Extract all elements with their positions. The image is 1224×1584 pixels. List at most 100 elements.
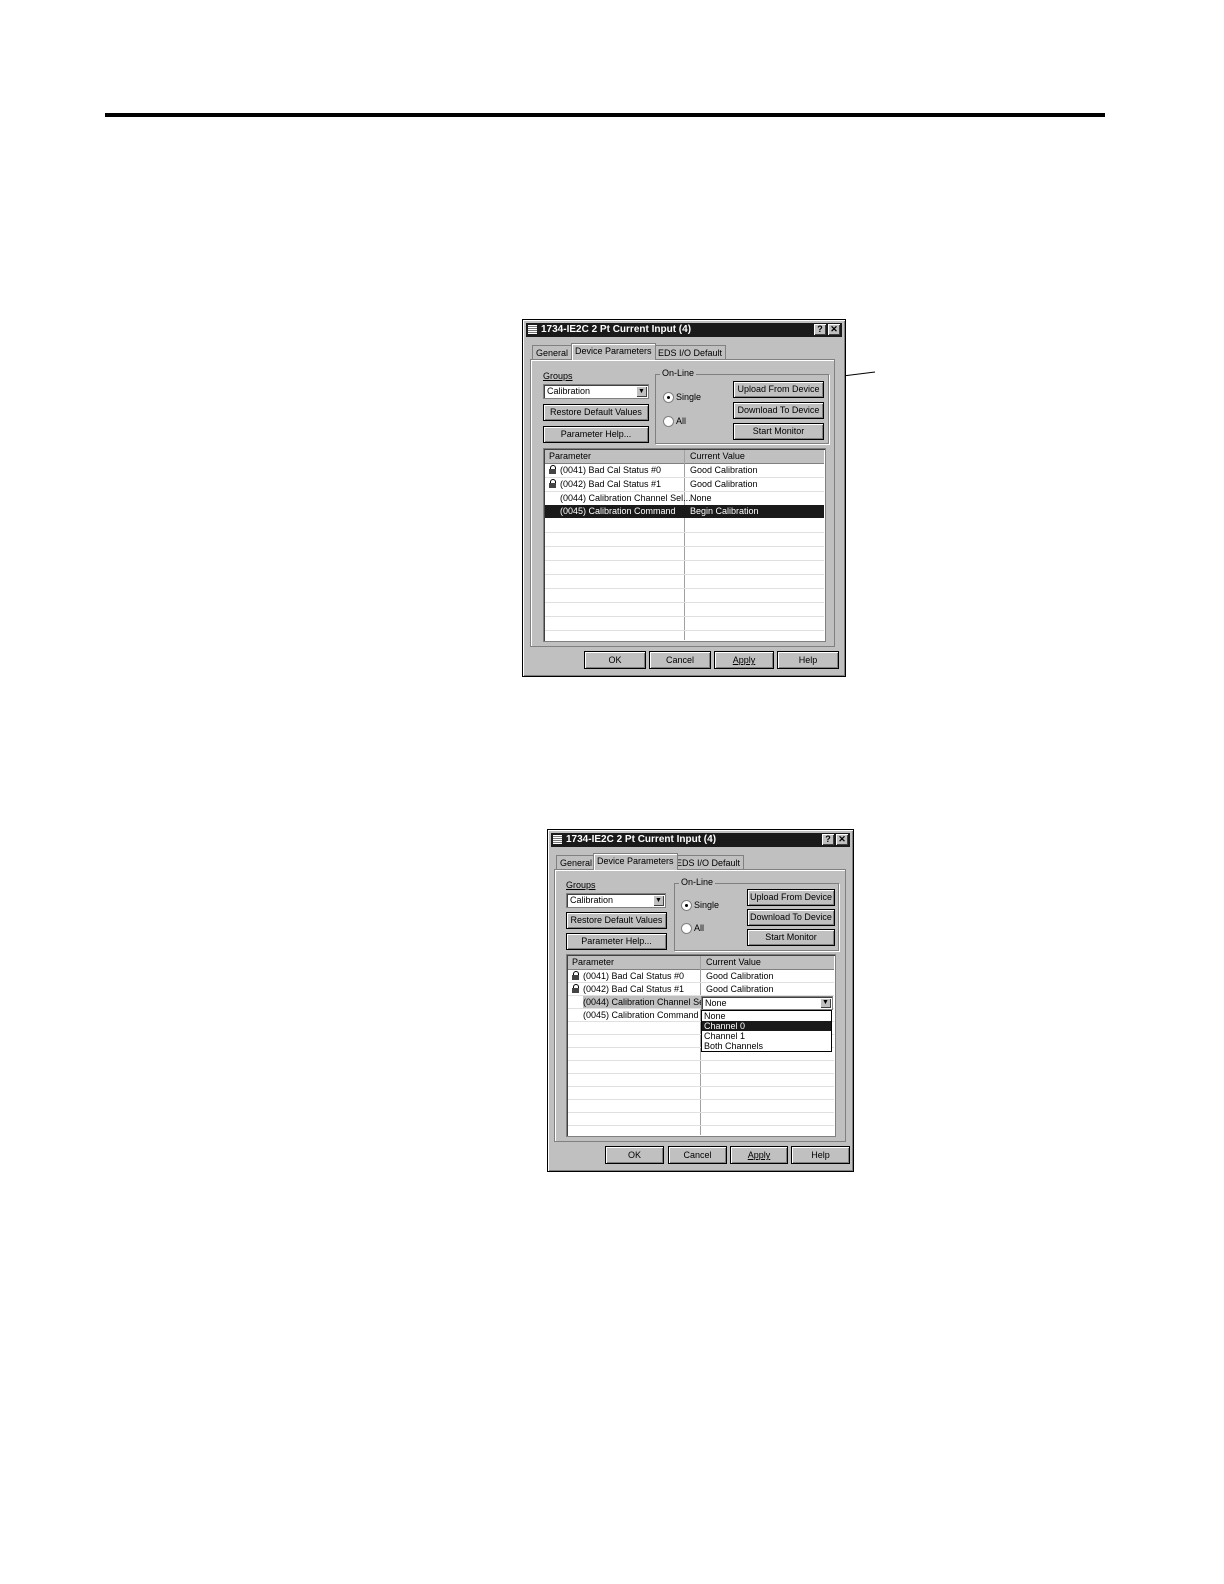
window-title: 1734-IE2C 2 Pt Current Input (4)	[541, 324, 692, 335]
lock-icon	[571, 971, 580, 980]
parameter-grid: Parameter Current Value (0041) Bad Cal S…	[566, 954, 836, 1137]
start-monitor-button[interactable]: Start Monitor	[747, 929, 835, 946]
empty-row	[568, 1074, 834, 1087]
dropdown-option-none[interactable]: None	[702, 1011, 831, 1021]
tab-panel: Groups Calibration ▼ Restore Default Val…	[554, 869, 846, 1142]
app-icon	[553, 835, 562, 844]
param-name: (0044) Calibration Channel Sel...	[583, 996, 714, 1008]
param-value: Good Calibration	[706, 984, 774, 994]
tab-panel: Groups Calibration ▼ Restore Default Val…	[530, 359, 835, 647]
help-title-button[interactable]: ?	[814, 324, 826, 335]
chevron-down-icon[interactable]: ▼	[820, 998, 831, 1008]
cancel-button[interactable]: Cancel	[649, 651, 711, 669]
help-button[interactable]: Help	[791, 1146, 850, 1164]
help-button[interactable]: Help	[777, 651, 839, 669]
online-group-label: On-Line	[660, 368, 697, 378]
online-group: On-Line Single All Upload From Device Do…	[655, 368, 829, 444]
empty-row	[545, 519, 824, 533]
table-row-selected[interactable]: (0045) Calibration Command Begin Calibra…	[545, 505, 824, 518]
grid-header: Parameter Current Value	[568, 956, 834, 970]
ok-button[interactable]: OK	[584, 651, 646, 669]
title-bar: 1734-IE2C 2 Pt Current Input (4) ? ✕	[526, 323, 842, 337]
param-value: Good Calibration	[690, 479, 758, 489]
table-row[interactable]: (0042) Bad Cal Status #1 Good Calibratio…	[568, 983, 834, 996]
chevron-down-icon[interactable]: ▼	[636, 386, 647, 397]
table-row[interactable]: (0041) Bad Cal Status #0 Good Calibratio…	[568, 970, 834, 983]
all-radio[interactable]	[681, 923, 692, 934]
apply-button[interactable]: Apply	[730, 1146, 788, 1164]
column-header-current-value[interactable]: Current Value	[690, 450, 745, 463]
dropdown-option-channel-0[interactable]: Channel 0	[702, 1021, 831, 1031]
all-radio-label: All	[676, 416, 687, 426]
groups-select[interactable]: Calibration ▼	[543, 384, 649, 399]
single-radio-label: Single	[676, 392, 702, 402]
single-radio-label: Single	[694, 900, 720, 910]
upload-from-device-button[interactable]: Upload From Device	[747, 889, 835, 906]
lock-icon	[571, 984, 580, 993]
tab-device-parameters[interactable]: Device Parameters	[593, 853, 678, 870]
table-row[interactable]: (0042) Bad Cal Status #1 Good Calibratio…	[545, 478, 824, 492]
column-header-parameter[interactable]: Parameter	[572, 956, 614, 969]
dropdown-option-channel-1[interactable]: Channel 1	[702, 1031, 831, 1041]
start-monitor-button[interactable]: Start Monitor	[733, 423, 824, 440]
download-to-device-button[interactable]: Download To Device	[733, 402, 824, 419]
groups-label: Groups	[566, 880, 596, 890]
groups-select-value: Calibration	[547, 386, 591, 396]
channel-select[interactable]: None ▼	[701, 996, 833, 1010]
empty-row	[568, 1113, 834, 1126]
window-title: 1734-IE2C 2 Pt Current Input (4)	[566, 834, 717, 845]
param-name: (0045) Calibration Command	[583, 1010, 699, 1020]
channel-select-value: None	[705, 998, 727, 1008]
dialog-device-parameters-1: 1734-IE2C 2 Pt Current Input (4) ? ✕ Gen…	[522, 319, 846, 677]
restore-default-values-button[interactable]: Restore Default Values	[566, 912, 667, 929]
empty-row	[545, 575, 824, 589]
table-row[interactable]: (0041) Bad Cal Status #0 Good Calibratio…	[545, 464, 824, 478]
empty-row	[568, 1087, 834, 1100]
parameter-help-button[interactable]: Parameter Help...	[566, 933, 667, 950]
apply-button[interactable]: Apply	[714, 651, 774, 669]
all-radio-label: All	[694, 923, 705, 933]
parameter-grid: Parameter Current Value (0041) Bad Cal S…	[543, 448, 826, 642]
tab-device-parameters[interactable]: Device Parameters	[571, 343, 656, 360]
param-name: (0041) Bad Cal Status #0	[583, 971, 685, 981]
dropdown-option-both-channels[interactable]: Both Channels	[702, 1041, 831, 1051]
tab-eds-io-default[interactable]: EDS I/O Default	[672, 855, 745, 870]
column-header-current-value[interactable]: Current Value	[706, 956, 761, 969]
groups-label: Groups	[543, 371, 573, 381]
app-icon	[528, 325, 537, 334]
groups-select[interactable]: Calibration ▼	[566, 893, 666, 908]
parameter-help-button[interactable]: Parameter Help...	[543, 426, 649, 443]
param-name: (0044) Calibration Channel Sel...	[560, 493, 691, 503]
dialog-device-parameters-2: 1734-IE2C 2 Pt Current Input (4) ? ✕ Gen…	[547, 829, 854, 1172]
ok-button[interactable]: OK	[605, 1146, 664, 1164]
tab-eds-io-default[interactable]: EDS I/O Default	[654, 345, 727, 360]
close-button[interactable]: ✕	[828, 324, 840, 335]
title-bar: 1734-IE2C 2 Pt Current Input (4) ? ✕	[551, 833, 850, 847]
channel-dropdown-list: None Channel 0 Channel 1 Both Channels	[701, 1010, 832, 1052]
close-button[interactable]: ✕	[836, 834, 848, 845]
help-title-button[interactable]: ?	[822, 834, 834, 845]
tab-general[interactable]: General	[532, 345, 573, 360]
tab-general[interactable]: General	[556, 855, 597, 870]
callout-line	[689, 371, 876, 396]
header-rule	[105, 113, 1105, 117]
empty-row	[545, 561, 824, 575]
single-radio[interactable]	[681, 900, 692, 911]
single-radio[interactable]	[663, 392, 674, 403]
download-to-device-button[interactable]: Download To Device	[747, 909, 835, 926]
param-value: Begin Calibration	[690, 506, 759, 516]
empty-row	[545, 589, 824, 603]
chevron-down-icon[interactable]: ▼	[653, 895, 664, 906]
online-group-label: On-Line	[679, 877, 716, 887]
all-radio[interactable]	[663, 416, 674, 427]
lock-icon	[548, 479, 557, 488]
param-name: (0045) Calibration Command	[560, 506, 676, 516]
table-row[interactable]: (0044) Calibration Channel Sel... None	[545, 492, 824, 506]
cancel-button[interactable]: Cancel	[668, 1146, 727, 1164]
upload-from-device-button[interactable]: Upload From Device	[733, 381, 824, 398]
groups-select-value: Calibration	[570, 895, 614, 905]
restore-default-values-button[interactable]: Restore Default Values	[543, 404, 649, 421]
empty-row	[568, 1100, 834, 1113]
param-name: (0042) Bad Cal Status #1	[583, 984, 685, 994]
column-header-parameter[interactable]: Parameter	[549, 450, 591, 463]
